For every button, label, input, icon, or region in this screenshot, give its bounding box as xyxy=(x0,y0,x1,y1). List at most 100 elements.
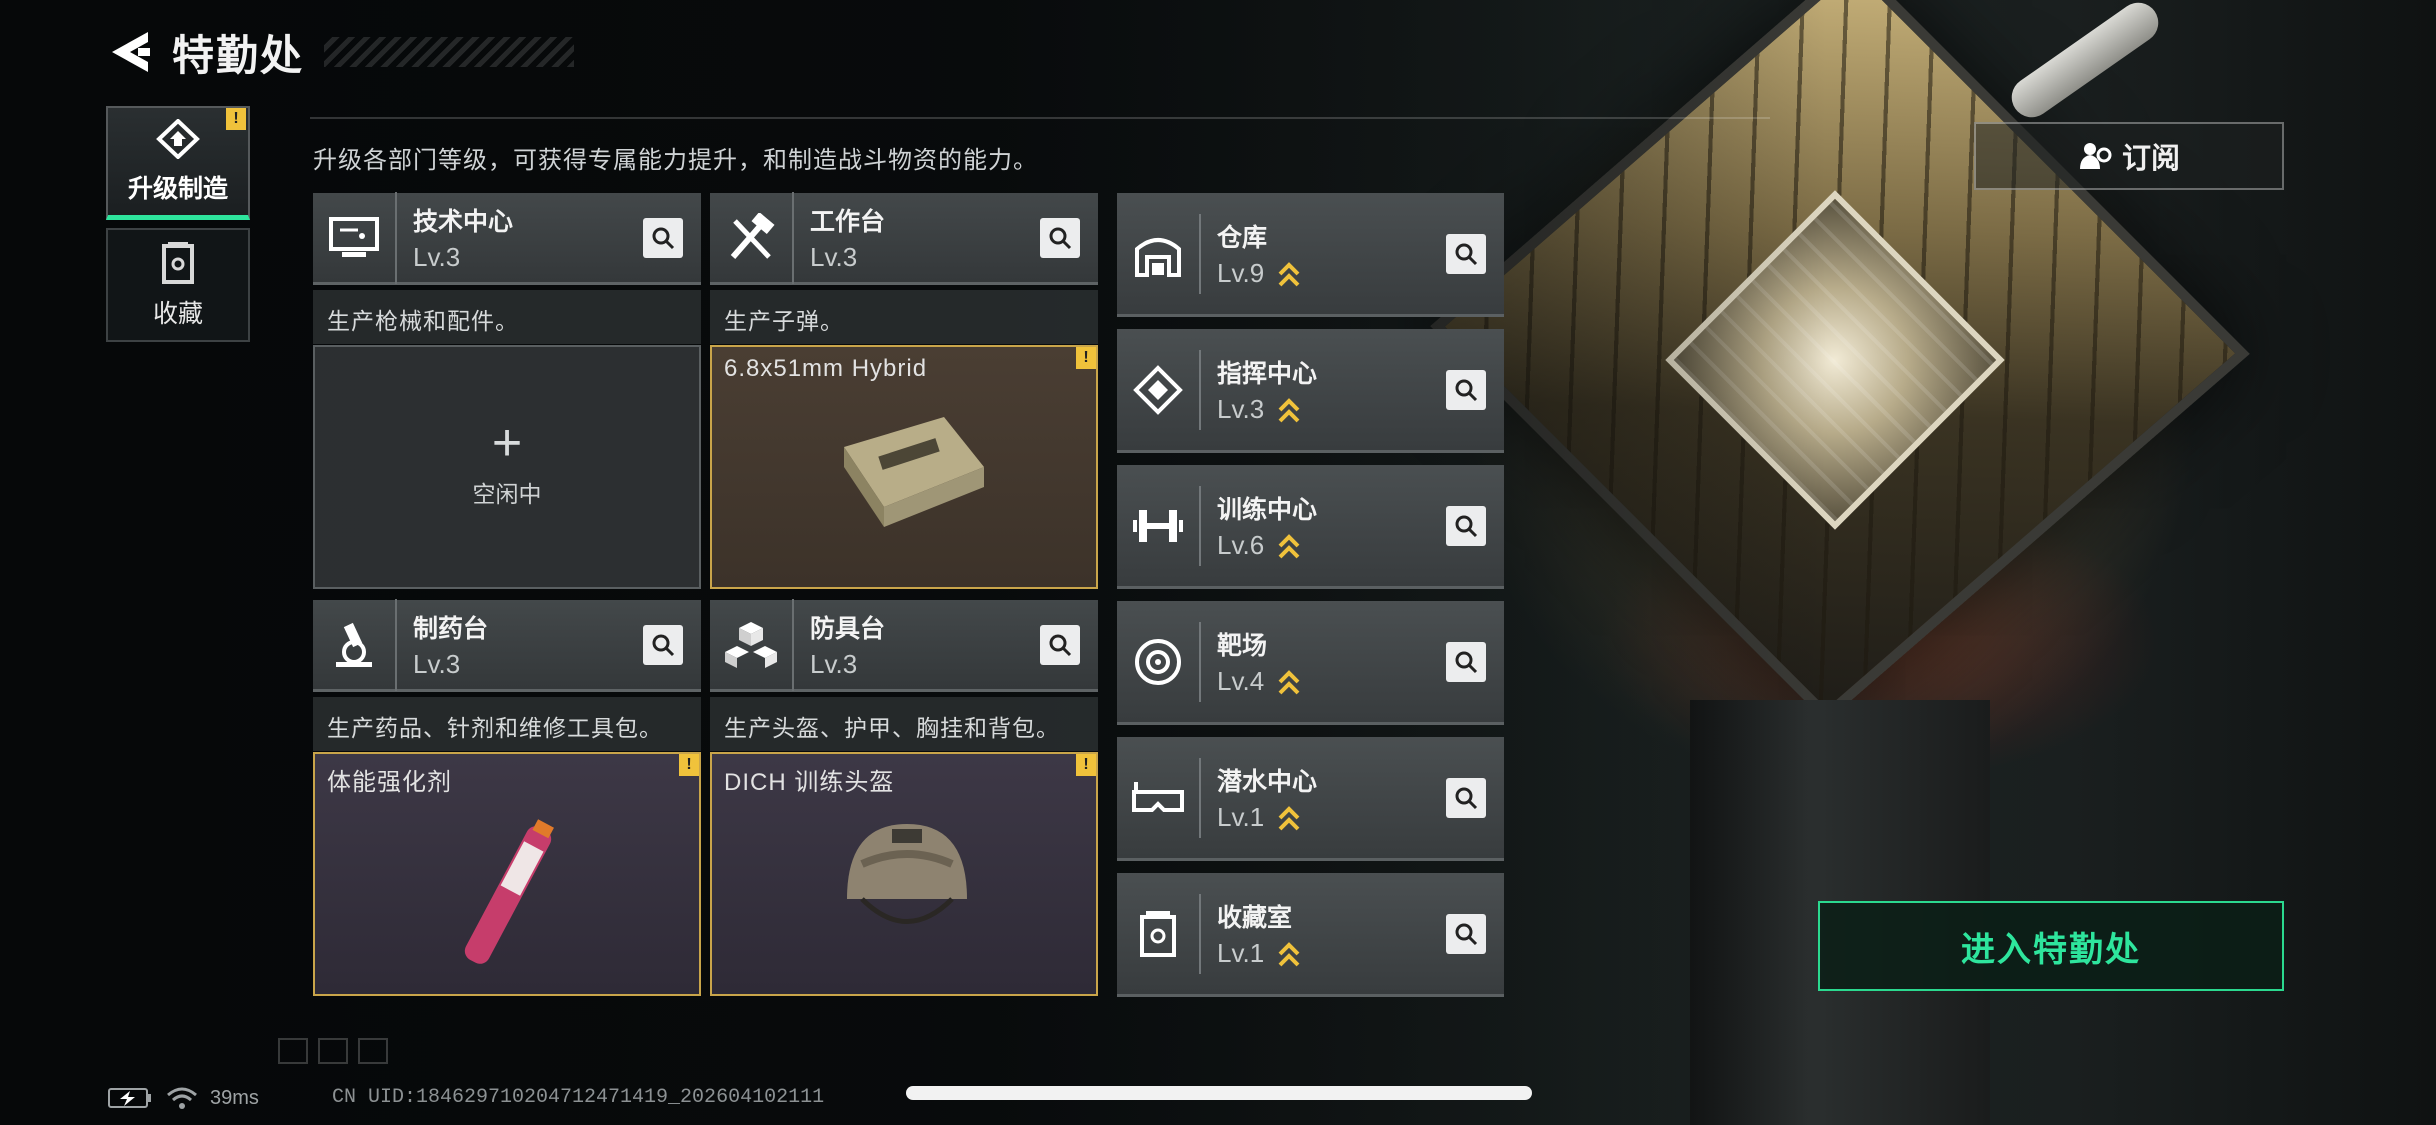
subscribe-icon xyxy=(2079,143,2112,169)
nav-tab-collection[interactable]: 收藏 xyxy=(106,228,250,342)
armor-blocks-icon xyxy=(725,621,777,668)
warehouse-icon xyxy=(1135,237,1181,277)
dept-level: Lv.3 xyxy=(413,242,461,272)
facility-card-training-center[interactable]: 训练中心 Lv.6 xyxy=(1117,465,1504,589)
helmet-image xyxy=(847,824,967,924)
warning-badge: ! xyxy=(1076,754,1096,776)
nav-label: 收藏 xyxy=(152,300,203,328)
page-title: 特勤处 xyxy=(172,31,305,79)
facility-card-warehouse[interactable]: 仓库 Lv.9 xyxy=(1117,193,1504,317)
search-button[interactable] xyxy=(1446,641,1486,682)
user-uid: CN UID:18462971020471247141​9_2026041021… xyxy=(332,1086,825,1109)
search-button[interactable] xyxy=(1446,913,1486,954)
command-chip-icon xyxy=(1133,364,1183,415)
upgrade-chevron-icon xyxy=(1278,261,1300,286)
search-button[interactable] xyxy=(1040,624,1080,665)
search-button[interactable] xyxy=(1446,369,1486,410)
nav-tab-upgrade-craft[interactable]: 升级制造 ! xyxy=(106,106,250,220)
dept-card-armor[interactable]: 防具台 Lv.3 xyxy=(710,598,1098,692)
battery-charging-icon xyxy=(108,1088,151,1108)
facility-name: 收藏室 xyxy=(1217,904,1293,932)
target-icon xyxy=(1135,638,1181,685)
plus-icon: + xyxy=(491,414,523,472)
upgrade-chevron-icon xyxy=(1278,669,1300,694)
facility-card-diving-center[interactable]: 潜水中心 Lv.1 xyxy=(1117,737,1504,861)
search-icon xyxy=(1455,787,1478,809)
collection-icon xyxy=(1140,910,1176,957)
upgrade-chevron-icon xyxy=(1278,941,1300,966)
top-divider xyxy=(310,117,1770,119)
subscribe-label: 订阅 xyxy=(2121,143,2180,175)
dept-level: Lv.3 xyxy=(810,649,858,679)
facility-level: Lv.4 xyxy=(1217,666,1265,696)
production-slot-medicine[interactable]: 体能强化剂 ! xyxy=(313,752,701,996)
search-icon xyxy=(1455,651,1478,673)
dept-description: 生产头盔、护甲、胸挂和背包。 xyxy=(710,697,1098,751)
facility-name: 仓库 xyxy=(1217,224,1268,252)
search-icon xyxy=(1455,923,1478,945)
crafting-item-name: 6.8x51mm Hybrid xyxy=(724,355,928,382)
dept-name: 技术中心 xyxy=(413,208,514,236)
idle-label: 空闲中 xyxy=(472,481,542,507)
back-arrow-icon[interactable] xyxy=(108,28,152,76)
facility-level: Lv.3 xyxy=(1217,394,1265,424)
facility-level: Lv.9 xyxy=(1217,258,1265,288)
production-slot-idle[interactable]: + 空闲中 xyxy=(313,345,701,589)
facility-card-collection-room[interactable]: 收藏室 Lv.1 xyxy=(1117,873,1504,997)
facility-name: 训练中心 xyxy=(1217,496,1318,524)
facility-name: 靶场 xyxy=(1217,632,1268,660)
warning-badge: ! xyxy=(679,754,699,776)
dept-level: Lv.3 xyxy=(413,649,461,679)
search-button[interactable] xyxy=(643,217,683,258)
crafting-item-name: DICH 训练头盔 xyxy=(724,769,895,796)
search-button[interactable] xyxy=(1446,777,1486,818)
search-icon xyxy=(1049,227,1072,249)
collection-cabinet-icon xyxy=(162,242,194,284)
search-icon xyxy=(652,634,675,656)
search-button[interactable] xyxy=(1446,233,1486,274)
production-slot-ammo[interactable]: 6.8x51mm Hybrid ! xyxy=(710,345,1098,589)
dept-level: Lv.3 xyxy=(810,242,858,272)
crafting-item-name: 体能强化剂 xyxy=(327,769,452,796)
search-button[interactable] xyxy=(1040,217,1080,258)
search-icon xyxy=(652,227,675,249)
facility-card-shooting-range[interactable]: 靶场 Lv.4 xyxy=(1117,601,1504,725)
ping-value: 39ms xyxy=(210,1086,259,1109)
bottom-decoration xyxy=(278,1038,388,1064)
warning-badge: ! xyxy=(226,108,246,130)
title-stripe-decoration xyxy=(324,37,575,67)
search-icon xyxy=(1455,379,1478,401)
enter-special-ops-button[interactable]: 进入特勤处 xyxy=(1818,901,2284,991)
dept-name: 工作台 xyxy=(810,208,886,236)
facility-level: Lv.6 xyxy=(1217,530,1265,560)
injector-image xyxy=(464,819,554,964)
tools-icon xyxy=(730,212,775,259)
subscribe-button[interactable]: 订阅 xyxy=(1974,122,2284,190)
production-slot-helmet[interactable]: DICH 训练头盔 ! xyxy=(710,752,1098,996)
diving-mask-icon xyxy=(1132,781,1184,812)
nav-label: 升级制造 xyxy=(127,174,228,203)
search-icon xyxy=(1049,634,1072,656)
upgrade-chevron-icon xyxy=(1278,397,1300,422)
search-button[interactable] xyxy=(643,624,683,665)
home-indicator[interactable] xyxy=(906,1086,1532,1100)
wifi-icon xyxy=(167,1087,197,1109)
upgrade-chevron-icon xyxy=(1278,533,1300,558)
dept-card-tech-center[interactable]: 技术中心 Lv.3 xyxy=(313,191,701,285)
dept-card-workbench[interactable]: 工作台 Lv.3 xyxy=(710,191,1098,285)
enter-label: 进入特勤处 xyxy=(1961,930,2141,969)
dumbbell-icon xyxy=(1133,509,1183,542)
dept-card-pharmacy[interactable]: 制药台 Lv.3 xyxy=(313,598,701,692)
facility-level: Lv.1 xyxy=(1217,938,1265,968)
dept-name: 防具台 xyxy=(810,615,886,643)
dept-description: 生产子弹。 xyxy=(710,290,1098,344)
monitor-icon xyxy=(329,216,379,257)
search-icon xyxy=(1455,243,1478,265)
facility-level: Lv.1 xyxy=(1217,802,1265,832)
facility-name: 指挥中心 xyxy=(1217,360,1318,388)
status-bar: 39ms xyxy=(108,1086,259,1110)
ammo-box-image xyxy=(844,417,984,527)
facility-card-command-center[interactable]: 指挥中心 Lv.3 xyxy=(1117,329,1504,453)
search-button[interactable] xyxy=(1446,505,1486,546)
dept-name: 制药台 xyxy=(413,615,489,643)
